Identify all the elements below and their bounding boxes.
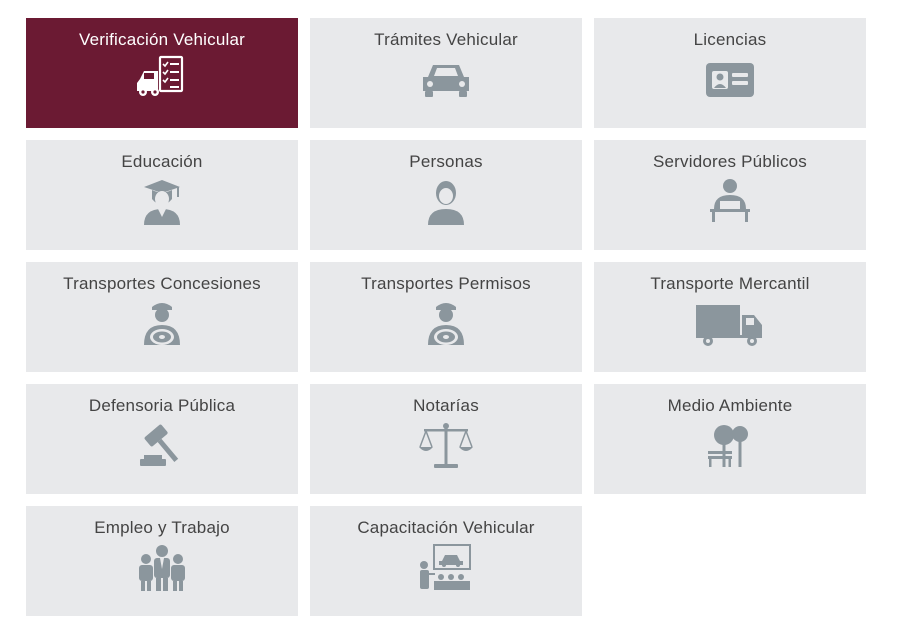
truck-icon [594,298,866,350]
tile-educacion[interactable]: Educación [26,140,298,250]
workers-icon [26,542,298,594]
tile-empleo-y-trabajo[interactable]: Empleo y Trabajo [26,506,298,616]
person-icon [310,176,582,228]
tile-label: Transportes Concesiones [63,274,261,293]
tile-licencias[interactable]: Licencias [594,18,866,128]
id-card-icon [594,54,866,106]
tile-notarias[interactable]: Notarías [310,384,582,494]
tile-label: Defensoria Pública [88,396,236,415]
tile-medio-ambiente[interactable]: Medio Ambiente [594,384,866,494]
tile-label: Servidores Públicos [652,152,808,171]
driver-icon [310,298,582,350]
tile-defensoria-publica[interactable]: Defensoria Pública [26,384,298,494]
gavel-icon [26,420,298,472]
tile-label: Notarías [413,396,479,415]
car-checklist-icon [26,54,298,106]
public-servant-icon [594,176,866,228]
scales-icon [310,420,582,472]
tile-label: Licencias [693,30,767,49]
car-icon [310,54,582,106]
tile-verificacion-vehicular[interactable]: Verificación Vehicular [26,18,298,128]
tile-label: Transporte Mercantil [650,274,810,293]
driver-icon [26,298,298,350]
tile-label: Capacitación Vehicular [357,518,535,537]
tile-personas[interactable]: Personas [310,140,582,250]
tile-transportes-concesiones[interactable]: Transportes Concesiones [26,262,298,372]
tile-label: Educación [121,152,203,171]
tile-transporte-mercantil[interactable]: Transporte Mercantil [594,262,866,372]
training-icon [310,542,582,594]
tile-label: Transportes Permisos [361,274,531,293]
tile-label: Medio Ambiente [667,396,793,415]
tile-label: Trámites Vehicular [374,30,518,49]
tile-transportes-permisos[interactable]: Transportes Permisos [310,262,582,372]
tile-capacitacion-vehicular[interactable]: Capacitación Vehicular [310,506,582,616]
tile-label: Personas [409,152,483,171]
tile-label: Empleo y Trabajo [94,518,230,537]
services-grid: Verificación Vehicular Trámites Vehicula… [26,18,866,616]
park-icon [594,420,866,472]
tile-servidores-publicos[interactable]: Servidores Públicos [594,140,866,250]
graduate-icon [26,176,298,228]
tile-tramites-vehicular[interactable]: Trámites Vehicular [310,18,582,128]
tile-label: Verificación Vehicular [79,30,245,49]
